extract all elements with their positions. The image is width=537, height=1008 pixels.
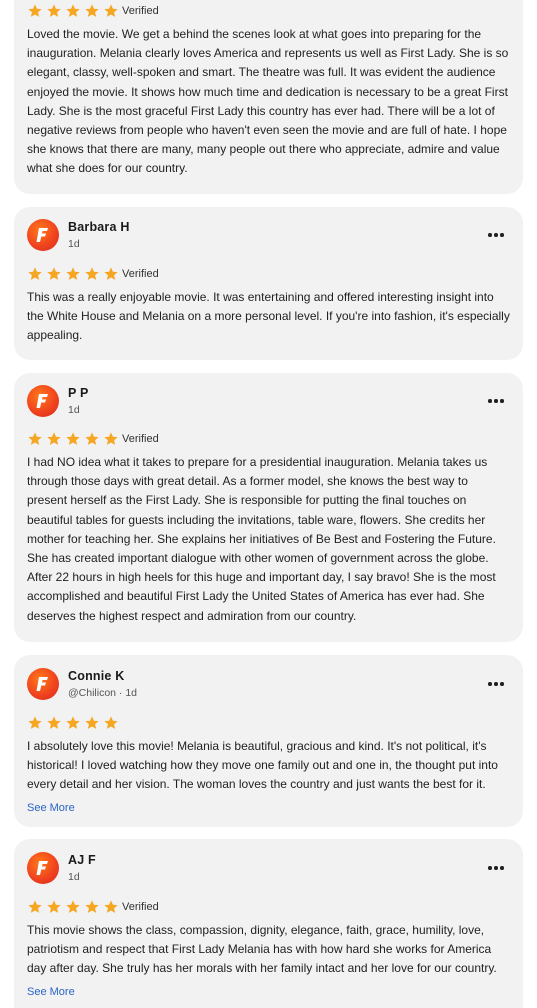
star-icon <box>28 4 42 17</box>
rating-row <box>27 715 510 731</box>
review-card: Verified Loved the movie. We get a behin… <box>14 0 523 194</box>
more-options-button[interactable] <box>486 393 506 409</box>
verified-badge: Verified <box>122 433 159 445</box>
fandango-f-logo-icon <box>36 228 48 242</box>
star-icon <box>66 900 80 913</box>
star-rating <box>27 431 119 447</box>
reviewer-name[interactable]: Barbara H <box>68 220 130 234</box>
review-header: Connie K @Chilicon · 1d <box>27 659 510 709</box>
star-icon <box>28 432 42 445</box>
star-icon <box>104 267 118 280</box>
reviewer-name[interactable]: AJ F <box>68 853 96 867</box>
more-dots-icon <box>488 233 492 237</box>
review-text: This was a really enjoyable movie. It wa… <box>27 290 510 343</box>
avatar[interactable] <box>27 385 59 417</box>
rating-row: Verified <box>27 266 510 282</box>
more-dots-icon <box>488 399 492 403</box>
verified-badge: Verified <box>122 901 159 913</box>
star-icon <box>28 267 42 280</box>
star-rating <box>27 3 119 19</box>
star-icon <box>28 716 42 729</box>
star-icon <box>85 432 99 445</box>
avatar[interactable] <box>27 219 59 251</box>
reviews-feed: Verified Loved the movie. We get a behin… <box>0 0 537 1008</box>
star-icon <box>85 716 99 729</box>
avatar[interactable] <box>27 668 59 700</box>
star-icon <box>47 4 61 17</box>
more-options-button[interactable] <box>486 227 506 243</box>
star-rating <box>27 899 119 915</box>
star-icon <box>28 900 42 913</box>
review-card: Connie K @Chilicon · 1d I absolutely lov… <box>14 655 523 827</box>
star-icon <box>104 432 118 445</box>
review-card: AJ F 1d Verified This movie shows the cl… <box>14 839 523 1008</box>
more-dots-icon <box>488 866 492 870</box>
fandango-f-logo-icon <box>36 677 48 691</box>
review-meta: 1d <box>68 404 80 416</box>
review-text: I absolutely love this movie! Melania is… <box>27 739 498 792</box>
star-icon <box>66 4 80 17</box>
review-meta: @Chilicon · 1d <box>68 687 138 699</box>
review-card: Barbara H 1d Verified This was a really … <box>14 207 523 360</box>
star-icon <box>104 4 118 17</box>
star-icon <box>66 267 80 280</box>
star-icon <box>104 716 118 729</box>
verified-badge: Verified <box>122 268 159 280</box>
fandango-f-logo-icon <box>36 394 48 408</box>
fandango-f-logo-icon <box>36 861 48 875</box>
see-more-link[interactable]: See More <box>27 802 510 814</box>
verified-badge: Verified <box>122 5 159 17</box>
review-text: Loved the movie. We get a behind the sce… <box>27 27 509 176</box>
more-options-button[interactable] <box>486 860 506 876</box>
review-card: P P 1d Verified I had NO idea what it ta… <box>14 373 523 642</box>
review-meta: 1d <box>68 238 80 250</box>
reviewer-name[interactable]: Connie K <box>68 669 137 683</box>
star-rating <box>27 266 119 282</box>
star-icon <box>66 716 80 729</box>
rating-row: Verified <box>27 3 510 19</box>
reviewer-name[interactable]: P P <box>68 386 89 400</box>
star-icon <box>85 900 99 913</box>
star-icon <box>104 900 118 913</box>
review-header: AJ F 1d <box>27 843 510 893</box>
review-header: Barbara H 1d <box>27 210 510 260</box>
star-rating <box>27 715 119 731</box>
star-icon <box>85 4 99 17</box>
review-header: P P 1d <box>27 376 510 426</box>
star-icon <box>47 716 61 729</box>
rating-row: Verified <box>27 431 510 447</box>
star-icon <box>47 900 61 913</box>
see-more-link[interactable]: See More <box>27 986 510 998</box>
avatar[interactable] <box>27 852 59 884</box>
star-icon <box>85 267 99 280</box>
star-icon <box>47 267 61 280</box>
review-meta: 1d <box>68 871 80 883</box>
more-options-button[interactable] <box>486 676 506 692</box>
review-text: I had NO idea what it takes to prepare f… <box>27 455 496 623</box>
more-dots-icon <box>488 682 492 686</box>
star-icon <box>66 432 80 445</box>
rating-row: Verified <box>27 899 510 915</box>
star-icon <box>47 432 61 445</box>
review-text: This movie shows the class, compassion, … <box>27 923 497 976</box>
